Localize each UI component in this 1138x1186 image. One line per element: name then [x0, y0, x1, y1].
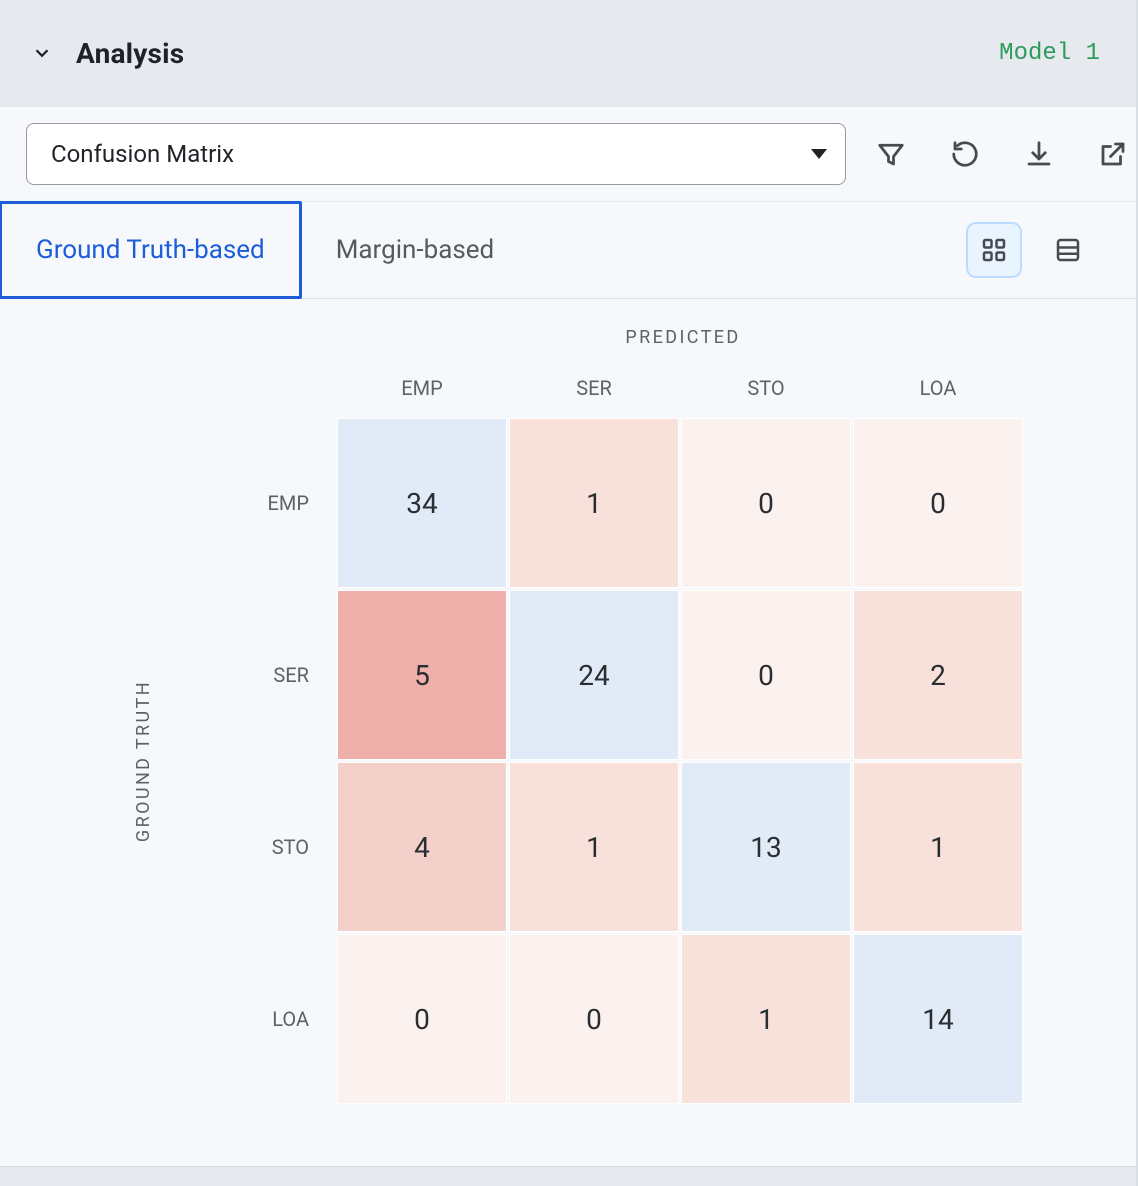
row-head-emp: EMP — [175, 418, 335, 588]
view-toggles — [966, 202, 1096, 298]
page-title: Analysis — [76, 37, 184, 70]
row-head-sto: STO — [175, 762, 335, 932]
filter-button[interactable] — [872, 135, 910, 173]
matrix-cell[interactable]: 34 — [337, 418, 507, 588]
axis-groundtruth-title: GROUND TRUTH — [133, 680, 154, 842]
model-label: Model 1 — [999, 40, 1100, 67]
matrix-cell[interactable]: 1 — [509, 418, 679, 588]
matrix-cell[interactable]: 0 — [681, 418, 851, 588]
row-head-loa: LOA — [175, 934, 335, 1104]
matrix-cell[interactable]: 0 — [681, 590, 851, 760]
analysis-toolbar: Confusion Matrix — [0, 106, 1136, 201]
matrix-cell[interactable]: 0 — [853, 418, 1023, 588]
matrix-cell[interactable]: 0 — [337, 934, 507, 1104]
col-head-loa: LOA — [853, 360, 1023, 416]
axis-groundtruth-title-wrap: GROUND TRUTH — [113, 418, 173, 1104]
row-head-ser: SER — [175, 590, 335, 760]
matrix-cell[interactable]: 5 — [337, 590, 507, 760]
matrix-cell[interactable]: 1 — [853, 762, 1023, 932]
matrix-cell[interactable]: 1 — [681, 934, 851, 1104]
open-external-button[interactable] — [1094, 135, 1132, 173]
download-icon — [1024, 139, 1054, 169]
tab-label: Margin-based — [336, 235, 495, 265]
list-view-icon — [1053, 235, 1083, 265]
collapse-toggle[interactable] — [28, 39, 56, 67]
caret-down-icon — [811, 149, 827, 159]
open-external-icon — [1098, 139, 1128, 169]
refresh-button[interactable] — [946, 135, 984, 173]
axis-predicted-title: PREDICTED — [615, 327, 740, 348]
refresh-icon — [950, 139, 980, 169]
panel-footer — [0, 1166, 1136, 1186]
tab-label: Ground Truth-based — [36, 235, 265, 265]
matrix-cell[interactable]: 1 — [509, 762, 679, 932]
grid-view-toggle[interactable] — [966, 222, 1022, 278]
confusion-matrix-area: PREDICTED GROUND TRUTH EMPSERSTOLOAEMP34… — [0, 299, 1136, 1166]
matrix-cell[interactable]: 0 — [509, 934, 679, 1104]
confusion-matrix-grid: GROUND TRUTH EMPSERSTOLOAEMP34100SER5240… — [113, 360, 1023, 1104]
col-head-emp: EMP — [337, 360, 507, 416]
grid-view-icon — [979, 235, 1009, 265]
corner-spacer — [175, 360, 335, 416]
filter-icon — [876, 139, 906, 169]
chevron-down-icon — [31, 42, 53, 64]
matrix-cell[interactable]: 4 — [337, 762, 507, 932]
list-view-toggle[interactable] — [1040, 222, 1096, 278]
toolbar-actions — [872, 135, 1132, 173]
download-button[interactable] — [1020, 135, 1058, 173]
matrix-cell[interactable]: 13 — [681, 762, 851, 932]
tabs-row: Ground Truth-based Margin-based — [0, 201, 1136, 299]
matrix-cell[interactable]: 14 — [853, 934, 1023, 1104]
select-value: Confusion Matrix — [51, 140, 234, 168]
tab-margin-based[interactable]: Margin-based — [302, 202, 529, 298]
tab-ground-truth[interactable]: Ground Truth-based — [0, 201, 302, 299]
header-left: Analysis — [28, 37, 184, 70]
matrix-cell[interactable]: 2 — [853, 590, 1023, 760]
matrix-cell[interactable]: 24 — [509, 590, 679, 760]
analysis-panel: Analysis Model 1 Confusion Matrix G — [0, 0, 1138, 1186]
corner-spacer — [113, 360, 173, 416]
panel-header: Analysis Model 1 — [0, 0, 1136, 106]
chart-type-select[interactable]: Confusion Matrix — [26, 123, 846, 185]
col-head-sto: STO — [681, 360, 851, 416]
col-head-ser: SER — [509, 360, 679, 416]
